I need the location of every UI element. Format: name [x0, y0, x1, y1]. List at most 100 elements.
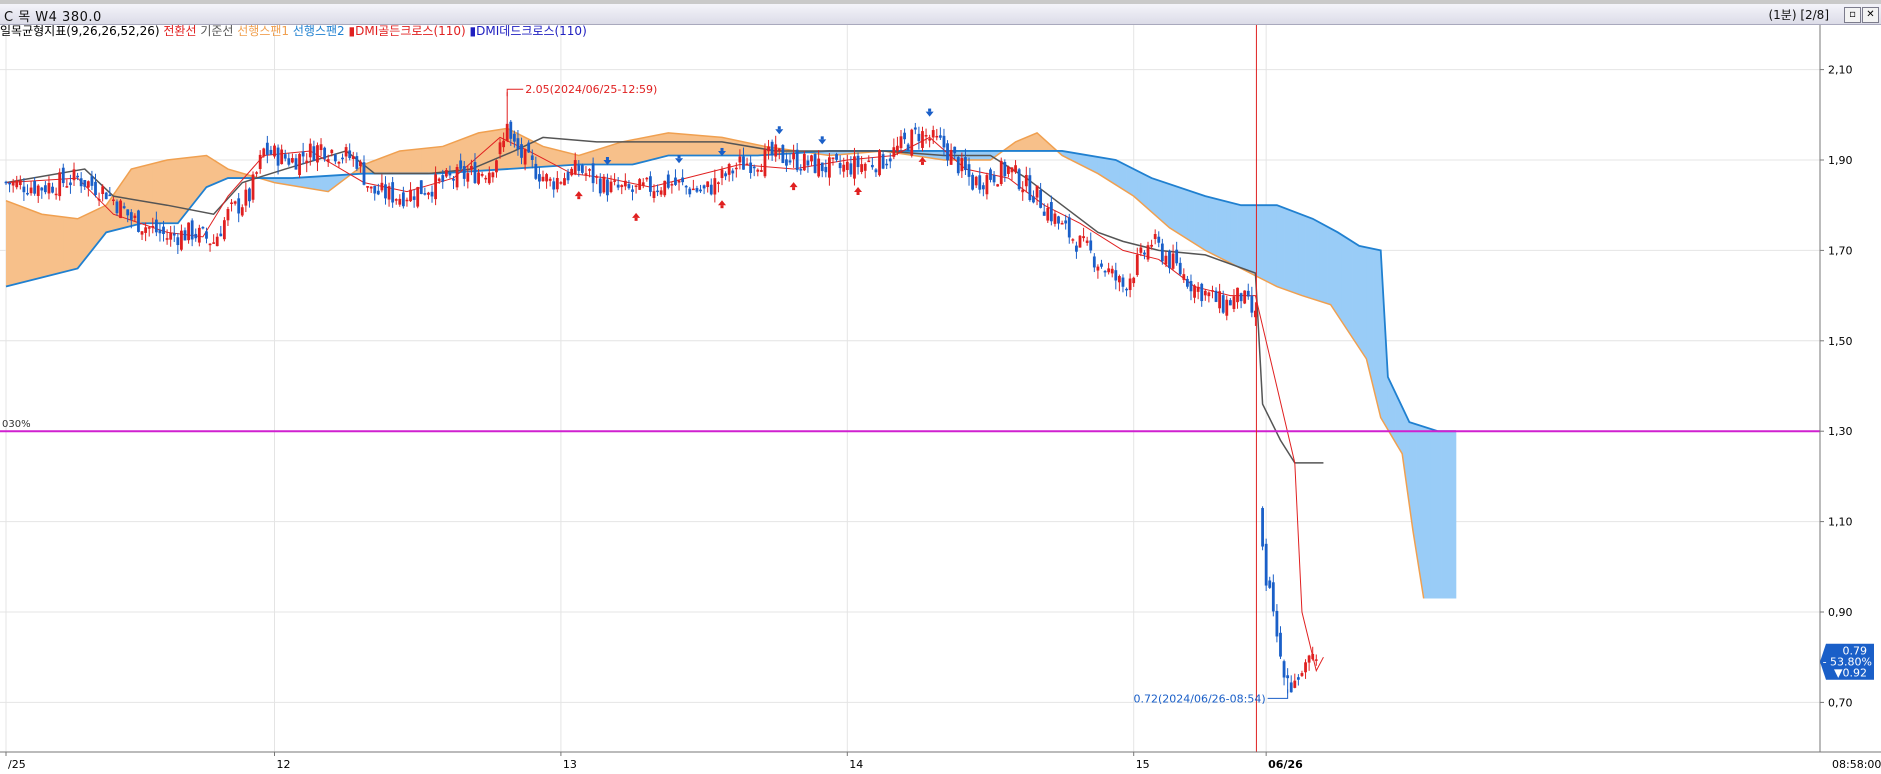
candle-body: [1168, 250, 1171, 269]
cloud-segment: [1158, 180, 1163, 222]
cloud-segment: [1280, 206, 1285, 290]
candle-body: [627, 184, 631, 189]
low-annotation-label: 0.72(2024/06/26-08:54): [1133, 692, 1265, 705]
candle-body: [1064, 220, 1068, 224]
cloud-segment: [38, 212, 43, 279]
candle-body: [724, 173, 727, 177]
candle-body: [649, 176, 652, 192]
candle-body: [273, 145, 276, 157]
candle-body: [974, 176, 978, 186]
candle-body: [505, 123, 509, 141]
candle-body: [931, 130, 935, 138]
candle-body: [230, 202, 233, 204]
candle-body: [144, 227, 148, 233]
candle-body: [981, 185, 985, 190]
candle-body: [344, 147, 348, 157]
legend-item[interactable]: 전환선: [163, 25, 200, 38]
x-tick-label: 12: [277, 758, 291, 771]
cloud-segment: [1101, 157, 1106, 179]
candle-body: [154, 219, 158, 233]
candle-body: [663, 180, 667, 196]
candle-body: [233, 201, 237, 204]
candle-body: [444, 170, 448, 177]
cloud-segment: [170, 159, 175, 224]
legend-item[interactable]: 선행스팬1: [237, 25, 293, 38]
candle-body: [1032, 196, 1035, 203]
cloud-segment: [45, 214, 50, 277]
candle-body: [888, 158, 892, 162]
close-icon[interactable]: ✕: [1862, 7, 1879, 23]
candle-body: [348, 150, 352, 159]
candle-body: [294, 158, 298, 170]
cloud-segment: [449, 142, 454, 173]
cloud-segment: [1226, 201, 1231, 264]
candle-body: [308, 143, 312, 158]
restore-icon[interactable]: ▫: [1844, 7, 1861, 23]
cloud-segment: [704, 135, 709, 156]
legend-item[interactable]: ▮DMI데드크로스(110): [470, 25, 587, 38]
cloud-segment: [489, 130, 494, 171]
candle-body: [119, 200, 122, 219]
cloud-segment: [757, 144, 762, 156]
candle-body: [387, 186, 391, 200]
candle-body: [949, 149, 953, 165]
legend-item[interactable]: 선행스팬2: [293, 25, 349, 38]
candle-body: [1214, 290, 1218, 302]
candle-body: [799, 169, 803, 171]
candle-body: [137, 210, 140, 232]
cloud-segment: [1438, 431, 1442, 599]
candle-body: [51, 186, 54, 193]
candle-body: [878, 150, 881, 176]
cloud-segment: [1115, 160, 1120, 188]
candle-body: [946, 143, 949, 161]
cloud-segment: [435, 146, 440, 174]
cloud-segment: [381, 156, 386, 174]
cloud-segment: [754, 144, 759, 156]
cloud-segment: [84, 213, 89, 260]
cloud-segment: [1162, 181, 1167, 225]
candle-body: [874, 169, 878, 173]
candle-body: [26, 192, 29, 195]
candle-body: [863, 163, 867, 171]
candle-body: [15, 180, 19, 188]
candle-body: [416, 187, 420, 207]
candle-body: [720, 169, 724, 178]
legend-item[interactable]: ▮DMI골든크로스(110): [349, 25, 470, 38]
candle-body: [495, 160, 498, 173]
legend-item[interactable]: 기준선: [200, 25, 237, 38]
cloud-segment: [714, 136, 719, 156]
candle-body: [810, 155, 813, 162]
candle-body: [197, 227, 201, 243]
candle-body: [108, 194, 112, 197]
candle-body: [58, 172, 62, 197]
candle-body: [659, 190, 663, 195]
page-indicator: (1분) [2/8]: [1768, 8, 1829, 22]
candle-body: [251, 174, 255, 200]
candle-body: [222, 220, 226, 240]
cloud-segment: [625, 140, 630, 165]
candle-body: [427, 192, 430, 195]
ichimoku-chart[interactable]: 030% 일목균형지표(9,26,26,52,26) 전환선 기준선 선행스팬1…: [0, 25, 1881, 774]
cloud-segment: [643, 137, 648, 162]
candle-body: [759, 170, 763, 172]
cloud-segment: [1108, 158, 1113, 183]
candle-body: [774, 144, 778, 157]
candle-body: [452, 178, 455, 181]
candle-body: [90, 176, 94, 186]
golden-cross-marker-stem: [856, 191, 860, 195]
cloud-segment: [1140, 172, 1145, 206]
cloud-segment: [142, 165, 147, 224]
legend-item[interactable]: 일목균형지표(9,26,26,52,26): [0, 25, 163, 38]
candle-body: [1114, 270, 1118, 281]
candle-body: [609, 181, 613, 193]
candle-body: [441, 175, 445, 182]
candle-body: [498, 142, 502, 155]
cloud-segment: [1194, 192, 1199, 246]
y-tick-label: 1,90: [1828, 154, 1853, 167]
candle-body: [1075, 245, 1078, 252]
cloud-segment: [611, 144, 615, 165]
cloud-segment: [424, 147, 429, 174]
x-last-time-label: 08:58:00: [1832, 758, 1881, 771]
candle-body: [656, 190, 659, 193]
candle-body: [738, 156, 742, 163]
